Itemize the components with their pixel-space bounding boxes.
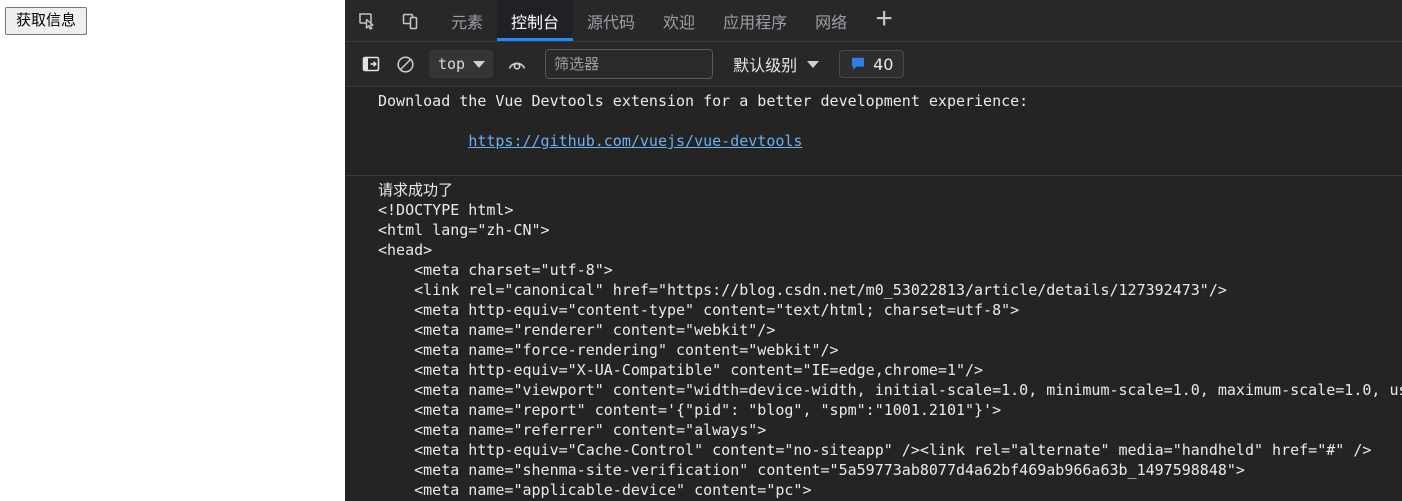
console-line: <meta http-equiv="X-UA-Compatible" conte… [378,361,984,379]
console-line: <meta name="force-rendering" content="we… [378,341,839,359]
web-page-viewport: 获取信息 [0,0,345,501]
console-line: Download the Vue Devtools extension for … [378,92,1029,110]
console-line: <meta name="report" content='{"pid": "bl… [378,401,1002,419]
console-line-link[interactable]: https://github.com/vuejs/vue-devtools [345,111,1402,171]
tab-label: 应用程序 [723,12,788,32]
console-line: <head> [378,241,433,259]
console-toolbar: top 默认级别 40 [345,42,1402,87]
tab-welcome[interactable]: 欢迎 [649,0,709,41]
log-level-select[interactable]: 默认级别 [729,50,823,78]
console-line: <meta name="shenma-site-verification" co… [378,461,1245,479]
tab-label: 源代码 [587,12,636,32]
message-count-badge[interactable]: 40 [839,50,905,78]
device-toolbar-icon[interactable] [389,0,433,41]
speech-bubble-icon [852,57,865,70]
inspect-element-icon[interactable] [345,0,389,41]
chevron-down-icon [807,60,820,68]
console-line: <meta http-equiv="Cache-Control" content… [378,441,1372,459]
console-log-area[interactable]: Download the Vue Devtools extension for … [345,87,1402,501]
tab-sources[interactable]: 源代码 [573,0,649,41]
console-sidebar-toggle-icon[interactable] [355,49,387,79]
more-tabs-icon[interactable]: + [861,0,907,41]
execution-context-value: top [438,55,466,73]
vue-devtools-link[interactable]: https://github.com/vuejs/vue-devtools [468,132,802,150]
console-line: <meta http-equiv="content-type" content=… [378,301,1020,319]
tab-label: 元素 [451,12,484,32]
tab-network[interactable]: 网络 [801,0,861,41]
console-line: <meta name="viewport" content="width=dev… [414,381,1402,399]
console-message-group: Download the Vue Devtools extension for … [345,87,1402,176]
tab-label: 控制台 [511,12,560,32]
devtools-panel: 元素 控制台 源代码 欢迎 应用程序 网络 + top 筛选器 默认级别 40 … [345,0,1402,501]
console-line: <!DOCTYPE html> [378,201,514,219]
tab-application[interactable]: 应用程序 [709,0,801,41]
tab-label: 网络 [815,12,848,32]
clear-console-icon[interactable] [389,49,421,79]
execution-context-select[interactable]: top [429,50,494,78]
console-line: <html lang="zh-CN"> [378,221,550,239]
console-line: 请求成功了 [378,181,454,199]
devtools-tabstrip: 元素 控制台 源代码 欢迎 应用程序 网络 + [345,0,1402,42]
get-info-button[interactable]: 获取信息 [5,7,88,35]
log-level-value: 默认级别 [733,56,798,75]
console-filter-input[interactable] [545,49,714,79]
console-line: <meta name="renderer" content="webkit"/> [378,321,776,339]
screen-root: 获取信息 元素 控制台 源代码 欢迎 应用程序 网络 + top 筛选器 默认级… [0,0,1402,501]
message-count-value: 40 [873,54,894,74]
console-line: <meta name="applicable-device" content="… [378,481,812,499]
console-line: <link rel="canonical" href="https://blog… [378,281,1227,299]
tab-console[interactable]: 控制台 [497,0,574,41]
tab-label: 欢迎 [663,12,696,32]
live-expression-icon[interactable] [501,49,533,79]
console-line: <meta name="referrer" content="always"> [378,421,767,439]
console-message-group: 请求成功了 <!DOCTYPE html> <html lang="zh-CN"… [345,176,1402,501]
chevron-down-icon [473,60,486,68]
console-line: <meta charset="utf-8"> [378,261,613,279]
tab-elements[interactable]: 元素 [437,0,497,41]
